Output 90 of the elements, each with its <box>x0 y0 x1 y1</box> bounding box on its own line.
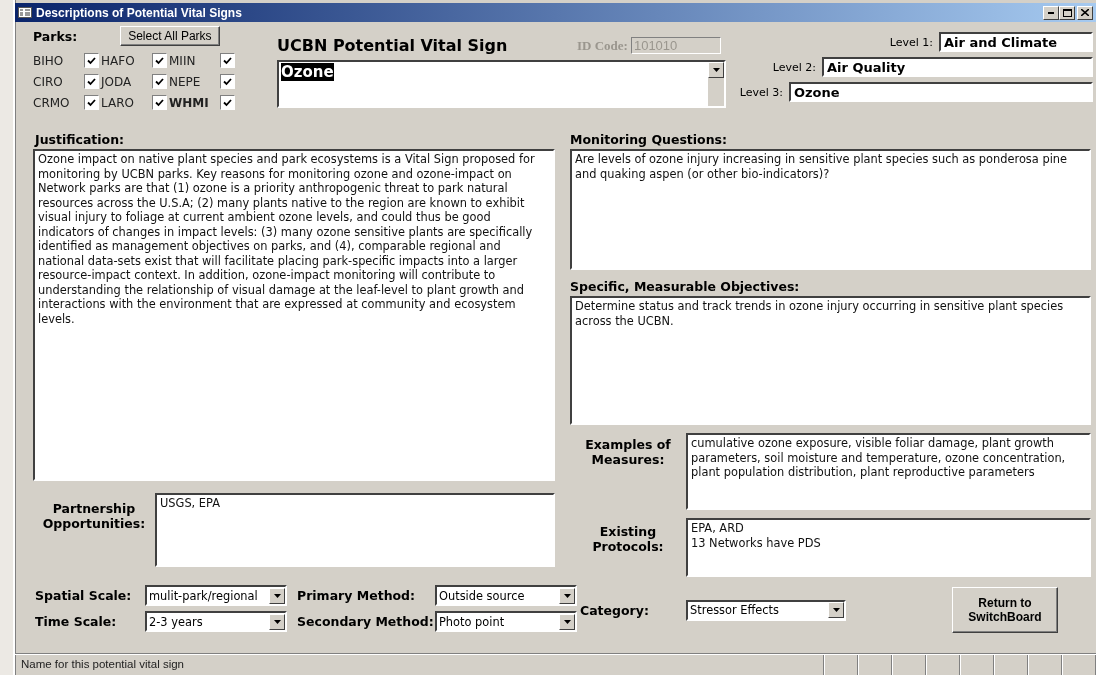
park-code: JODA <box>101 74 133 89</box>
maximize-button[interactable] <box>1059 5 1075 20</box>
status-pane <box>892 655 926 675</box>
protocols-label: Existing Protocols: <box>591 523 665 554</box>
park-checkbox[interactable] <box>220 95 235 110</box>
minimize-icon <box>1048 11 1054 14</box>
selector-label: Time Scale: <box>34 614 118 629</box>
vital-sign-combobox[interactable]: Ozone <box>277 60 726 108</box>
selector-combobox[interactable]: 2-3 years <box>145 611 287 632</box>
park-checkbox[interactable] <box>152 74 167 89</box>
justification-field[interactable]: Ozone impact on native plant species and park ecosystems is a Vital Sign proposed for monitoring by UCBN parks. Key reasons for monitoring ozone and ozone-impact on Network parks are that (1) ozone is a priority anthropogenic threat to park natural resources across the U.S.A; (2) many plants native to the region are known to exhibit visual injury to foliage at current ambient ozone levels, and could thus be good indicators of changes in impact levels: (3) many ozone sensitive plants are specifically identified as management objectives on parks, and (4), comparable regional and national data-sets exist that will facilitate placing park-specific impacts into a larger resource-impact context. In addition, ozone-impact monitoring will contribute to understanding the relationship of visual damage at the leaf-level to plant growth and interactions with the environment that are expressed at community and ecosystem levels. <box>33 149 555 481</box>
caret-icon <box>563 619 571 624</box>
category-label: Category: <box>579 602 650 618</box>
status-pane <box>824 655 858 675</box>
caret-icon <box>563 593 571 598</box>
caret-icon <box>273 593 281 598</box>
status-pane <box>960 655 994 675</box>
park-code: NEPE <box>169 74 202 89</box>
id-code-label: ID Code: <box>577 37 628 54</box>
check-icon <box>87 98 96 107</box>
check-icon <box>87 77 96 86</box>
measures-field[interactable]: cumulative ozone exposure, visible foliar damage, plant growth parameters, soil moisture and temperature, ozone concentration, plant population distribution, plant reproductive parameters <box>686 433 1091 510</box>
park-checkbox[interactable] <box>152 53 167 68</box>
form-heading: UCBN Potential Vital Sign <box>277 36 509 55</box>
status-pane <box>926 655 960 675</box>
dropdown-button[interactable] <box>269 613 285 630</box>
return-button[interactable]: Return to SwitchBoard <box>952 587 1058 633</box>
close-icon <box>1081 9 1089 16</box>
dropdown-button[interactable] <box>559 613 575 630</box>
status-text: Name for this potential vital sign <box>15 655 824 675</box>
level-field[interactable]: Air Quality <box>822 57 1093 77</box>
park-code: WHMI <box>169 95 210 110</box>
park-code: LARO <box>101 95 135 110</box>
level-label: Level 3: <box>739 85 783 99</box>
selector-combobox[interactable]: mulit-park/regional <box>145 585 287 606</box>
window-title: Descriptions of Potential Vital Signs <box>36 5 242 20</box>
selector-label: Spatial Scale: <box>34 588 133 603</box>
caret-icon <box>273 619 281 624</box>
partnership-field[interactable]: USGS, EPA <box>155 493 555 567</box>
status-pane <box>858 655 892 675</box>
form-icon <box>18 7 32 18</box>
check-icon <box>87 56 96 65</box>
objectives-label: Specific, Measurable Objectives: <box>570 279 801 294</box>
level-label: Level 2: <box>772 60 816 74</box>
selector-combobox[interactable]: Outside source <box>435 585 577 606</box>
category-combobox[interactable]: Stressor Effects <box>686 599 846 621</box>
status-pane <box>1062 655 1096 675</box>
selector-label: Secondary Method: <box>296 614 435 629</box>
check-icon <box>223 77 232 86</box>
check-icon <box>155 98 164 107</box>
dropdown-button[interactable] <box>708 62 724 78</box>
maximize-icon <box>1062 8 1072 17</box>
park-checkbox[interactable] <box>220 53 235 68</box>
check-icon <box>155 56 164 65</box>
minimize-button[interactable] <box>1043 5 1059 20</box>
caret-icon <box>712 68 720 72</box>
justification-label: Justification: <box>33 132 126 147</box>
selector-combobox[interactable]: Photo point <box>435 611 577 632</box>
park-checkbox[interactable] <box>152 95 167 110</box>
caret-icon <box>832 608 840 612</box>
measures-label: Examples of Measures: <box>584 436 672 467</box>
park-code: MIIN <box>169 53 197 68</box>
check-icon <box>155 77 164 86</box>
park-code: BIHO <box>33 53 65 68</box>
park-code: HAFO <box>101 53 136 68</box>
park-checkbox[interactable] <box>84 74 99 89</box>
park-checkbox[interactable] <box>84 95 99 110</box>
protocols-field[interactable]: EPA, ARD 13 Networks have PDS <box>686 518 1091 577</box>
level-field[interactable]: Ozone <box>789 82 1093 102</box>
dropdown-button[interactable] <box>828 602 844 618</box>
status-pane <box>1028 655 1062 675</box>
check-icon <box>223 98 232 107</box>
parks-label: Parks: <box>33 28 78 44</box>
park-checkbox[interactable] <box>220 74 235 89</box>
close-button[interactable] <box>1077 5 1093 20</box>
select-all-button[interactable]: Select All Parks <box>120 26 220 46</box>
selector-label: Primary Method: <box>296 588 417 603</box>
questions-label: Monitoring Questions: <box>570 132 729 147</box>
questions-field[interactable]: Are levels of ozone injury increasing in sensitive plant species such as ponderosa pine and quaking aspen (or other bio-indicators)? <box>570 149 1091 270</box>
level-label: Level 1: <box>889 35 933 49</box>
status-pane <box>994 655 1028 675</box>
park-checkbox[interactable] <box>84 53 99 68</box>
partnership-label: Partnership Opportunities: <box>41 500 147 531</box>
objectives-field[interactable]: Determine status and track trends in ozone injury occurring in sensitive plant species across the UCBN. <box>570 296 1091 425</box>
dropdown-button[interactable] <box>269 587 285 604</box>
park-code: CIRO <box>33 74 64 89</box>
park-code: CRMO <box>33 95 71 110</box>
dropdown-button[interactable] <box>559 587 575 604</box>
check-icon <box>223 56 232 65</box>
level-field[interactable]: Air and Climate <box>939 32 1093 52</box>
